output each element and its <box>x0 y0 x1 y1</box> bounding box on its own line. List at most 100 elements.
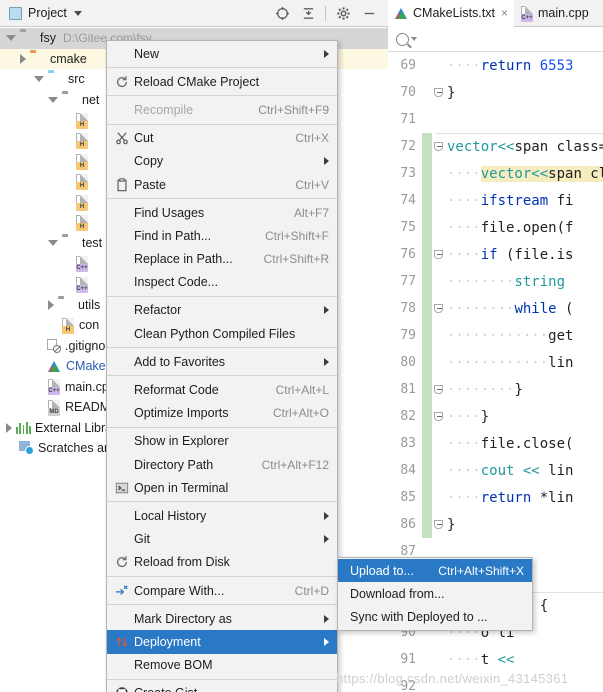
code-line[interactable]: 71 <box>388 106 603 133</box>
code-line[interactable]: 92 <box>388 673 603 691</box>
menu-item-local-history[interactable]: Local History <box>107 504 337 527</box>
chevron-down-icon[interactable] <box>34 76 44 83</box>
menu-item-inspect-code[interactable]: Inspect Code... <box>107 271 337 294</box>
menu-icon-blank <box>113 102 130 117</box>
menu-item-cut[interactable]: Cut Ctrl+X <box>107 127 337 150</box>
chevron-down-icon[interactable] <box>73 10 82 16</box>
menu-item-remove-bom[interactable]: Remove BOM <box>107 654 337 677</box>
code-line[interactable]: 91 ····t << <box>388 646 603 673</box>
submenu-item-label: Upload to... <box>350 563 414 578</box>
chevron-down-icon[interactable] <box>48 96 58 103</box>
chevron-down-icon[interactable] <box>6 35 16 42</box>
code-line[interactable]: 78 ········while ( <box>388 295 603 322</box>
code-line[interactable]: 79 ············get <box>388 322 603 349</box>
code-line[interactable]: 76 ····if (file.is <box>388 241 603 268</box>
code-line[interactable]: 77 ········string <box>388 268 603 295</box>
locate-icon[interactable] <box>269 1 295 27</box>
code-text: } <box>447 84 456 101</box>
menu-item-create-gist[interactable]: Create Gist... <box>107 682 337 692</box>
submenu-item-upload-to[interactable]: Upload to... Ctrl+Alt+Shift+X <box>338 559 532 583</box>
code-fold-toggle[interactable] <box>432 142 445 151</box>
vcs-change-marker <box>422 295 432 322</box>
menu-item-label: Show in Explorer <box>134 434 229 449</box>
collapse-all-icon[interactable] <box>295 1 321 27</box>
code-fold-toggle[interactable] <box>432 385 445 394</box>
menu-item-replace-in-path[interactable]: Replace in Path... Ctrl+Shift+R <box>107 248 337 271</box>
menu-item-label: Directory Path <box>134 457 214 472</box>
code-block-separator <box>435 133 603 134</box>
deployment-submenu[interactable]: Upload to... Ctrl+Alt+Shift+X Download fro… <box>337 557 533 631</box>
code-line[interactable]: 72 vector<<span class="ty">string> <box>388 133 603 160</box>
menu-item-shortcut: Ctrl+X <box>295 131 329 146</box>
menu-icon-blank <box>113 46 130 61</box>
menu-item-deployment[interactable]: Deployment <box>107 630 337 654</box>
menu-item-reload-cmake-project[interactable]: Reload CMake Project <box>107 70 337 93</box>
code-fold-toggle[interactable] <box>432 304 445 313</box>
menu-item-clean-python-compiled-files[interactable]: Clean Python Compiled Files <box>107 322 337 345</box>
menu-item-paste[interactable]: Paste Ctrl+V <box>107 173 337 196</box>
menu-item-copy[interactable]: Copy <box>107 150 337 173</box>
menu-item-optimize-imports[interactable]: Optimize Imports Ctrl+Alt+O <box>107 402 337 425</box>
menu-item-directory-path[interactable]: Directory Path Ctrl+Alt+F12 <box>107 453 337 476</box>
menu-item-show-in-explorer[interactable]: Show in Explorer <box>107 430 337 453</box>
menu-item-refactor[interactable]: Refactor <box>107 299 337 322</box>
code-fold-toggle[interactable] <box>432 250 445 259</box>
menu-item-compare-with[interactable]: Compare With... Ctrl+D <box>107 579 337 602</box>
code-line[interactable]: 86} <box>388 511 603 538</box>
menu-item-label: Inspect Code... <box>134 275 219 290</box>
code-line[interactable]: 74 ····ifstream fi <box>388 187 603 214</box>
menu-item-open-in-terminal[interactable]: Open in Terminal <box>107 476 337 499</box>
menu-item-git[interactable]: Git <box>107 528 337 551</box>
menu-item-reformat-code[interactable]: Reformat Code Ctrl+Alt+L <box>107 378 337 401</box>
code-text: ····if (file.is <box>447 246 574 263</box>
line-number: 86 <box>388 517 422 532</box>
gear-icon[interactable] <box>330 1 356 27</box>
code-line[interactable]: 81 ········} <box>388 376 603 403</box>
menu-item-find-usages[interactable]: Find Usages Alt+F7 <box>107 201 337 224</box>
code-fold-toggle[interactable] <box>432 88 445 97</box>
chevron-right-icon <box>324 511 329 520</box>
chevron-right-icon[interactable] <box>6 422 12 433</box>
tab-cmakelists[interactable]: CMakeLists.txt × <box>388 0 514 27</box>
code-line[interactable]: 82 ····} <box>388 403 603 430</box>
code-fold-toggle[interactable] <box>432 520 445 529</box>
code-line[interactable]: 69 ····return 6553 <box>388 52 603 79</box>
line-number: 80 <box>388 355 422 370</box>
close-icon[interactable]: × <box>501 6 508 20</box>
code-line[interactable]: 80 ············lin <box>388 349 603 376</box>
code-line[interactable]: 75 ····file.open(f <box>388 214 603 241</box>
chevron-right-icon[interactable] <box>20 53 26 64</box>
code-line[interactable]: 73 ····vector<<span class="ty">stri <box>388 160 603 187</box>
editor-search-strip[interactable] <box>388 27 603 52</box>
menu-item-shortcut: Ctrl+V <box>295 177 329 192</box>
menu-item-find-in-path[interactable]: Find in Path... Ctrl+Shift+F <box>107 224 337 247</box>
tab-main-cpp[interactable]: C++ main.cpp <box>514 0 595 27</box>
menu-item-label: Find Usages <box>134 205 205 220</box>
chevron-down-icon[interactable] <box>48 240 58 247</box>
submenu-item-sync-with-deployed-to[interactable]: Sync with Deployed to ... <box>338 605 532 628</box>
code-line[interactable]: 84 ····cout << lin <box>388 457 603 484</box>
context-menu[interactable]: New Reload CMake Project Recompile Ctrl+Shi… <box>106 40 338 692</box>
vcs-change-marker <box>422 349 432 376</box>
code-fold-toggle[interactable] <box>432 412 445 421</box>
menu-item-reload-from-disk[interactable]: Reload from Disk <box>107 551 337 574</box>
search-icon[interactable] <box>396 32 409 46</box>
code-line[interactable]: 83 ····file.close( <box>388 430 603 457</box>
menu-item-add-to-favorites[interactable]: Add to Favorites <box>107 350 337 373</box>
chevron-right-icon[interactable] <box>48 299 54 310</box>
header-file-icon: H <box>75 112 89 129</box>
submenu-item-download-from[interactable]: Download from... <box>338 582 532 605</box>
hide-panel-icon[interactable] <box>356 1 382 27</box>
code-line[interactable]: 85 ····return *lin <box>388 484 603 511</box>
menu-separator <box>107 198 337 200</box>
chevron-down-icon[interactable] <box>411 37 417 41</box>
menu-separator <box>107 95 337 97</box>
markdown-file-icon: MD <box>47 399 61 416</box>
header-file-icon: H <box>75 194 89 211</box>
menu-item-new[interactable]: New <box>107 42 337 65</box>
code-line[interactable]: 70} <box>388 79 603 106</box>
menu-item-mark-directory-as[interactable]: Mark Directory as <box>107 607 337 630</box>
